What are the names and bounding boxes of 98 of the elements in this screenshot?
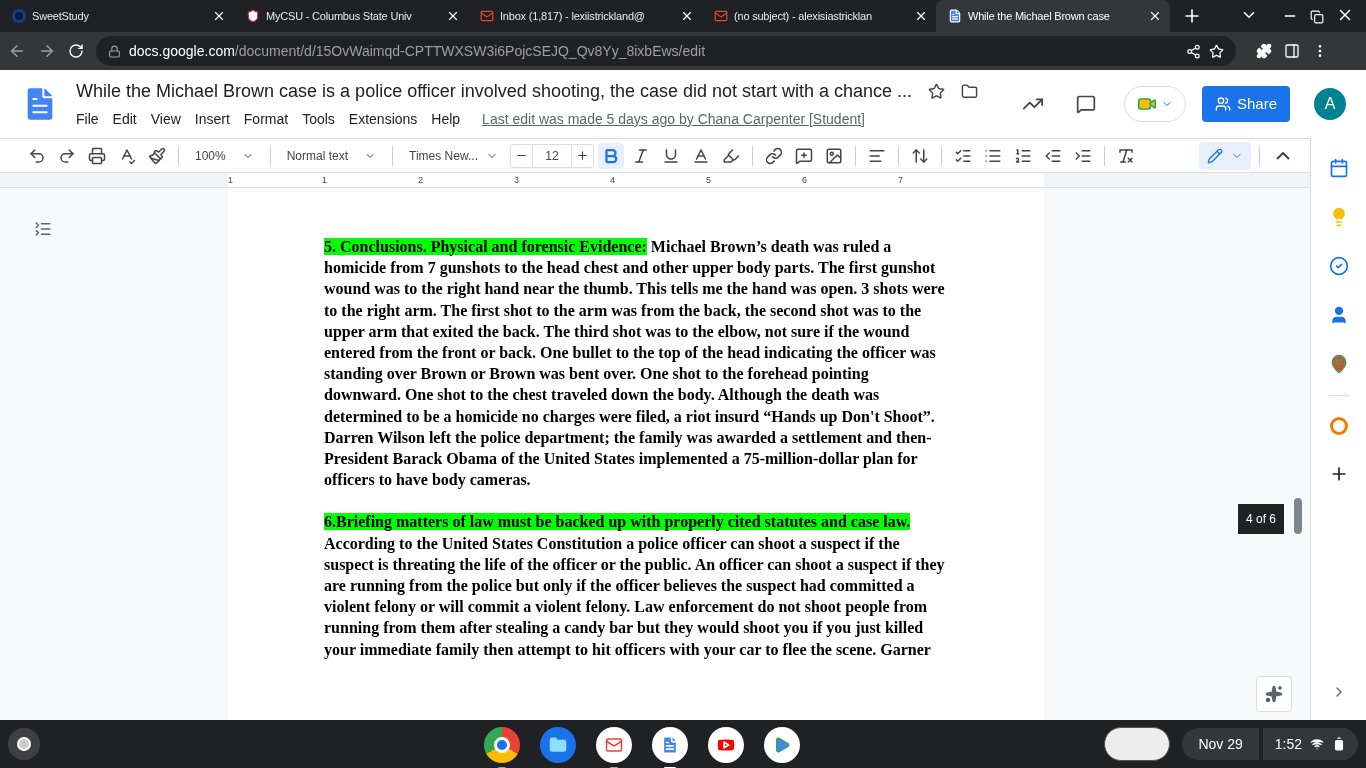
sparkle-icon <box>1265 685 1283 703</box>
menu-item[interactable]: Format <box>243 109 289 130</box>
explore-button[interactable] <box>1256 676 1292 712</box>
battery-icon <box>1332 737 1346 751</box>
underline-icon <box>661 146 680 165</box>
menu-item[interactable]: Extensions <box>348 109 418 130</box>
bold-button[interactable] <box>597 142 624 169</box>
share-icon[interactable] <box>1186 43 1201 59</box>
calendar-icon[interactable] <box>1328 158 1349 178</box>
wifi-icon <box>1310 737 1324 751</box>
document-paragraph: 6.Briefing matters of law must be backed up with properly cited statutes and case law. According to the United States Constitution a police officer can shoot a suspect if the suspect is threating the life of the officer or the public. An officer can shoot a suspect if they are running from the police but only if the officer believes the suspect had committed a violent felony or will commit a violent felony. Law enforcement do not shoot people from running from them after stealing a candy bar but they would shoot you if you just killed your immediate family then attempt to hit officers with your car to flee the scene. Garner <box>324 512 946 660</box>
star-icon[interactable] <box>928 83 946 100</box>
tab-title: (no subject) - alexisiastricklan <box>734 8 873 24</box>
folder-icon <box>540 727 577 763</box>
account-avatar[interactable]: A <box>1314 88 1346 120</box>
document-icon <box>652 727 689 763</box>
bookmark-star-icon[interactable] <box>1209 43 1224 59</box>
style-dropdown[interactable]: Normal text <box>278 146 385 165</box>
menu-item[interactable]: Edit <box>112 109 137 130</box>
mail-icon <box>480 9 494 23</box>
comments-icon[interactable] <box>1076 94 1096 114</box>
menu-item[interactable]: Insert <box>194 109 230 130</box>
addon-icon[interactable] <box>1329 417 1348 435</box>
document-paragraph: 5. Conclusions. Physical and forensic Evidence: Michael Brown’s death was ruled a homicide from 7 gunshots to the head chest and other upper body parts. The first gunshot wound was to the right hand near the thumb. This tells me the hand was open. 3 shots were to the right arm. The first shot to the arm was from the back, the second shot was to the upper arm that exited the back. The third shot was to the elbow, not sure if the wound entered from the front or back. One bullet to the top of the head indicating the officer was standing over Brown or Brown was bent over. One shot to the forehead pointing downward. One shot to the chest traveled down the body. Although the death was determined to be a homicide no charges were filed, a riot insurd “Hands up Don't Shoot”. Darren Wilson left the police department; the family was awarded a settlement and then-President Barack Obama of the United States implemented a 75-million-dollar plan for officers to have body cameras. <box>324 237 946 491</box>
share-button[interactable]: Share <box>1202 86 1290 122</box>
close-icon[interactable] <box>212 9 226 23</box>
line-spacing-icon <box>910 146 929 165</box>
collapse-icon <box>1276 151 1290 160</box>
extensions-icon[interactable] <box>1256 43 1272 59</box>
highlight-icon <box>721 146 740 165</box>
play-icon <box>764 727 801 763</box>
holding-space-icon[interactable] <box>1104 727 1171 761</box>
close-icon[interactable] <box>680 9 694 23</box>
page-tooltip: 4 of 6 <box>1237 504 1284 534</box>
video-icon <box>708 727 745 763</box>
add-comment-icon <box>794 146 813 165</box>
ruler-number: 1 <box>322 174 328 187</box>
url-text: docs.google.com/document/d/15OvWaimqd-CPTTWXSW3i6PojcSEJQ_Qv8Yy_8ixbEws/edit <box>129 41 707 61</box>
close-icon[interactable] <box>1148 9 1162 23</box>
print-icon <box>88 146 106 165</box>
lock-icon <box>108 44 121 58</box>
numbered-list-icon <box>1013 146 1032 165</box>
browser-tab[interactable]: SweetStudy <box>0 0 234 32</box>
side-panel-icon[interactable] <box>1284 43 1300 59</box>
ruler-number: 3 <box>514 174 520 187</box>
close-icon[interactable] <box>914 9 928 23</box>
tab-title: MyCSU - Columbus State Univ <box>266 8 413 24</box>
font-dropdown[interactable]: Times New... <box>401 146 506 165</box>
people-icon <box>1215 96 1231 112</box>
browser-icon <box>484 727 521 763</box>
ruler-number: 5 <box>706 174 712 187</box>
plus-icon <box>575 149 589 162</box>
mail-icon <box>596 727 633 763</box>
logo-icon <box>12 9 26 23</box>
editing-mode-button[interactable] <box>1199 141 1251 170</box>
document-title[interactable]: While the Michael Brown case is a police officer involved shooting, the case did not start with a chance ... <box>76 78 913 105</box>
tasks-icon[interactable] <box>1328 256 1349 276</box>
ruler-number: 7 <box>898 174 904 187</box>
mail-icon <box>714 9 728 23</box>
document-icon <box>948 9 962 23</box>
tab-title: Inbox (1,817) - lexiistrickland@ <box>500 8 646 24</box>
clear-formatting-icon <box>1116 146 1135 165</box>
back-icon[interactable] <box>8 42 26 60</box>
tab-title: While the Michael Brown case <box>968 8 1111 24</box>
paint-format-icon <box>148 146 166 165</box>
ruler-number: 4 <box>610 174 616 187</box>
reload-icon[interactable] <box>68 43 84 59</box>
zoom-dropdown[interactable]: 100% <box>187 146 262 165</box>
text-color-icon <box>691 146 710 165</box>
image-icon <box>824 146 843 165</box>
browser-tab[interactable]: Inbox (1,817) - lexiistrickland@ <box>468 0 702 32</box>
forward-icon[interactable] <box>38 42 56 60</box>
outline-icon[interactable] <box>34 220 52 238</box>
last-edit-link[interactable]: Last edit was made 5 days ago by Chana Carpenter [Student] <box>482 109 865 130</box>
browser-tab[interactable]: (no subject) - alexisiastricklan <box>702 0 936 32</box>
date-pill[interactable]: Nov 29 <box>1182 728 1259 760</box>
menu-item[interactable]: Help <box>431 109 461 130</box>
ruler-number: 6 <box>802 174 808 187</box>
browser-tab[interactable]: While the Michael Brown case <box>936 0 1170 32</box>
restore-icon[interactable] <box>1310 10 1324 24</box>
tab-title: SweetStudy <box>32 8 90 24</box>
menu-item[interactable]: View <box>150 109 181 130</box>
link-icon <box>764 146 783 165</box>
redo-icon <box>58 146 76 165</box>
move-icon[interactable] <box>961 83 979 100</box>
launcher-button[interactable] <box>8 728 40 760</box>
undo-icon <box>28 146 46 165</box>
menu-item[interactable]: Tools <box>302 109 335 130</box>
ruler-number: 1 <box>228 174 234 187</box>
close-icon[interactable] <box>446 9 460 23</box>
status-area[interactable]: 1:52 <box>1262 728 1358 760</box>
address-bar[interactable]: docs.google.com/document/d/15OvWaimqd-CPTTWXSW3i6PojcSEJQ_Qv8Yy_8ixbEws/edit <box>96 36 1236 66</box>
browser-tab[interactable]: MyCSU - Columbus State Univ <box>234 0 468 32</box>
menu-item[interactable]: File <box>76 109 99 130</box>
shield-icon <box>246 9 260 23</box>
ruler-number: 2 <box>418 174 424 187</box>
pencil-icon <box>1207 147 1223 164</box>
scrollbar-thumb[interactable] <box>1294 498 1302 534</box>
